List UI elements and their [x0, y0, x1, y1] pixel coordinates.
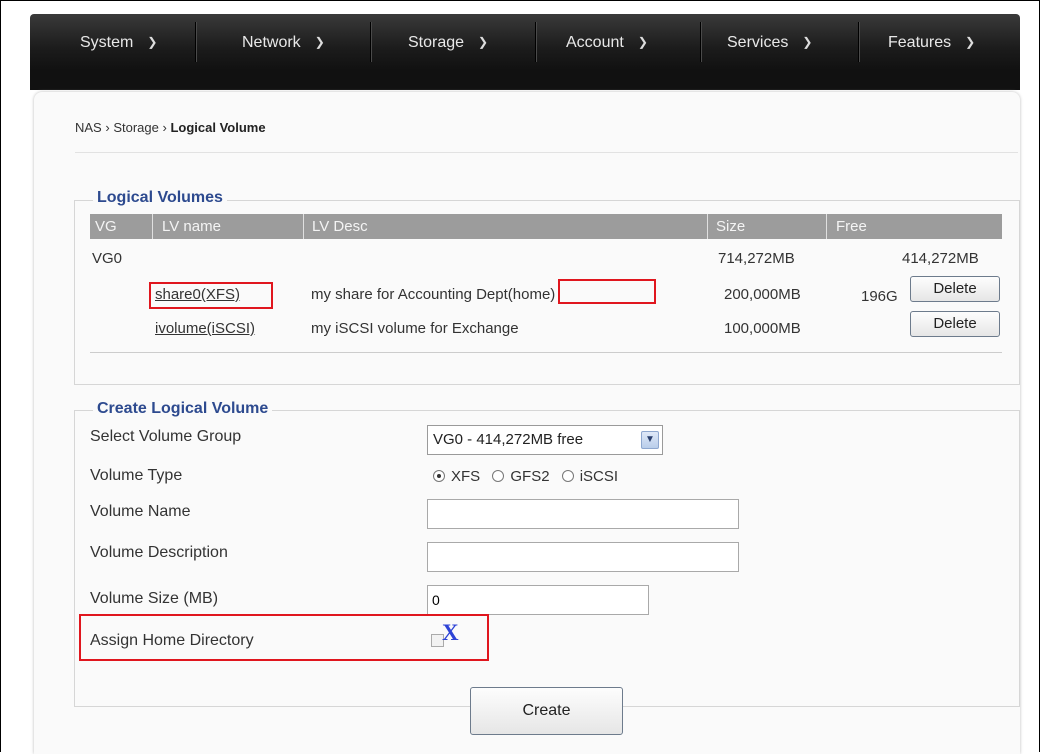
nav-label: Features: [888, 34, 952, 51]
nav-bar-shadow: [30, 70, 1020, 90]
highlight-box: [79, 614, 489, 661]
nav-label: Network: [242, 34, 301, 51]
chevron-down-icon: ▼: [641, 431, 659, 449]
nav-divider: [195, 22, 196, 62]
delete-button[interactable]: Delete: [910, 311, 1000, 337]
logical-volumes-legend: Logical Volumes: [93, 189, 227, 207]
volume-type-label: Volume Type: [90, 467, 183, 484]
volume-size-input[interactable]: [427, 585, 649, 615]
breadcrumb-separator: ›: [105, 120, 110, 135]
nav-divider: [370, 22, 371, 62]
volume-size-label: Volume Size (MB): [90, 590, 219, 607]
vg-size: 714,272MB: [718, 250, 795, 267]
table-divider: [90, 352, 1002, 353]
nav-divider: [858, 22, 859, 62]
breadcrumb-nas[interactable]: NAS: [75, 120, 102, 135]
breadcrumb-storage[interactable]: Storage: [113, 120, 159, 135]
select-volume-group-label: Select Volume Group: [90, 428, 242, 445]
chevron-down-icon: ❯: [147, 35, 158, 49]
volume-group-select[interactable]: VG0 - 414,272MB free ▼: [427, 425, 663, 455]
col-size: Size: [716, 218, 746, 235]
lv-description: my share for Accounting Dept(home): [311, 286, 556, 303]
nav-network[interactable]: Network ❯: [242, 14, 325, 70]
col-divider: [826, 214, 827, 239]
radio-label: iSCSI: [579, 468, 619, 485]
top-nav-bar: System ❯ Network ❯ Storage ❯ Account ❯ Servi…: [30, 14, 1020, 70]
nav-label: Services: [727, 34, 789, 51]
col-lv-name: LV name: [162, 218, 221, 235]
divider: [75, 152, 1018, 153]
chevron-down-icon: ❯: [802, 35, 813, 49]
nav-account[interactable]: Account ❯: [566, 14, 648, 70]
col-divider: [303, 214, 304, 239]
breadcrumb-separator: ›: [162, 120, 167, 135]
radio-option-iscsi[interactable]: iSCSI: [561, 468, 619, 485]
create-button[interactable]: Create: [470, 687, 623, 735]
highlight-box: [558, 279, 656, 304]
volumes-table-header: VG LV name LV Desc Size Free: [90, 214, 1002, 239]
vg-name: VG0: [92, 250, 123, 267]
nav-storage[interactable]: Storage ❯: [408, 14, 488, 70]
col-vg: VG: [95, 218, 117, 235]
volume-name-input[interactable]: [427, 499, 739, 529]
chevron-down-icon: ❯: [478, 35, 489, 49]
volume-group-selected: VG0 - 414,272MB free: [433, 431, 584, 448]
lv-description: my iSCSI volume for Exchange: [311, 320, 519, 337]
col-free: Free: [836, 218, 867, 235]
nav-services[interactable]: Services ❯: [727, 14, 812, 70]
delete-button[interactable]: Delete: [910, 276, 1000, 302]
nav-divider: [535, 22, 536, 62]
radio-label: GFS2: [510, 468, 550, 485]
radio-icon[interactable]: [561, 470, 574, 482]
nav-system[interactable]: System ❯: [80, 14, 157, 70]
radio-option-gfs2[interactable]: GFS2: [492, 468, 550, 485]
lv-size: 100,000MB: [724, 320, 801, 337]
col-divider: [707, 214, 708, 239]
chevron-down-icon: ❯: [965, 35, 976, 49]
volume-description-label: Volume Description: [90, 544, 228, 561]
col-divider: [152, 214, 153, 239]
radio-label: XFS: [451, 468, 481, 485]
lv-free: 196G: [861, 288, 898, 305]
vg-free: 414,272MB: [902, 250, 979, 267]
radio-selected-icon[interactable]: [433, 470, 445, 482]
create-volume-legend: Create Logical Volume: [93, 400, 273, 418]
lv-name-link[interactable]: ivolume(iSCSI): [155, 320, 255, 337]
breadcrumb: NAS › Storage › Logical Volume: [75, 120, 266, 135]
volume-type-radio-group: XFS GFS2 iSCSI: [433, 468, 626, 485]
radio-option-xfs[interactable]: XFS: [433, 468, 480, 485]
nav-features[interactable]: Features ❯: [888, 14, 975, 70]
nav-divider: [700, 22, 701, 62]
chevron-down-icon: ❯: [637, 35, 648, 49]
highlight-box: [149, 282, 273, 309]
nav-label: Account: [566, 34, 624, 51]
breadcrumb-current: Logical Volume: [170, 120, 266, 135]
col-lv-desc: LV Desc: [312, 218, 368, 235]
nav-label: Storage: [408, 34, 465, 51]
volume-description-input[interactable]: [427, 542, 739, 572]
nav-label: System: [80, 34, 134, 51]
chevron-down-icon: ❯: [314, 35, 325, 49]
lv-size: 200,000MB: [724, 286, 801, 303]
volume-name-label: Volume Name: [90, 503, 191, 520]
radio-icon[interactable]: [492, 470, 505, 482]
